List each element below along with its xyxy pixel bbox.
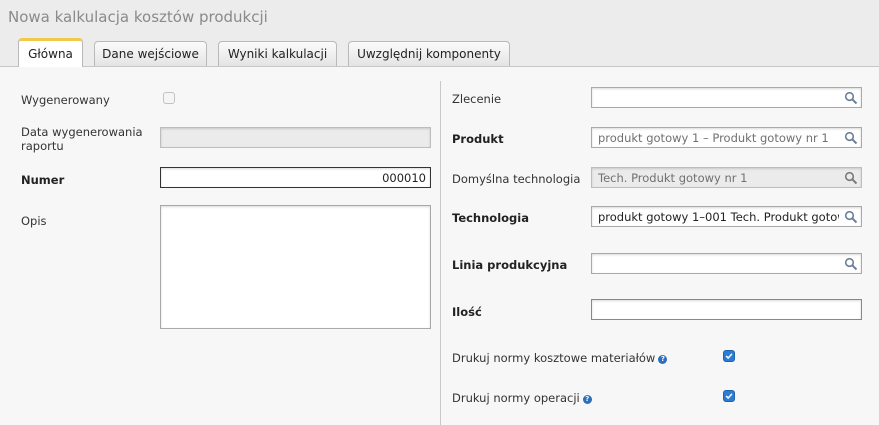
column-divider	[440, 81, 441, 425]
description-textarea[interactable]	[160, 205, 431, 329]
form-panel: Wygenerowany Data wygenerowania raportu …	[0, 66, 879, 425]
report-date-label: Data wygenerowania raportu	[21, 125, 143, 153]
report-date-field	[160, 127, 431, 148]
help-icon[interactable]: ?	[658, 355, 668, 364]
tab-label: Główna	[28, 47, 73, 61]
description-label: Opis	[21, 214, 47, 228]
search-icon[interactable]	[844, 257, 858, 271]
generated-label: Wygenerowany	[21, 93, 110, 107]
print-material-norms-checkbox[interactable]	[723, 350, 735, 362]
window-title: Nowa kalkulacja kosztów produkcji	[8, 8, 268, 26]
search-icon[interactable]	[844, 210, 858, 224]
default-technology-field: Tech. Produkt gotowy nr 1	[591, 167, 862, 188]
tab-dane-wejsciowe[interactable]: Dane wejściowe	[94, 41, 207, 66]
technology-value: produkt gotowy 1–001 Tech. Produkt gotow…	[598, 210, 839, 224]
print-operation-norms-text: Drukuj normy operacji	[452, 391, 580, 405]
print-operation-norms-checkbox[interactable]	[723, 390, 735, 402]
order-label: Zlecenie	[452, 92, 502, 106]
tab-label: Dane wejściowe	[102, 47, 199, 61]
product-lookup-field[interactable]: produkt gotowy 1 – Produkt gotowy nr 1	[591, 127, 862, 148]
quantity-field[interactable]	[591, 299, 862, 320]
generated-checkbox[interactable]	[163, 92, 175, 104]
report-date-label-line1: Data wygenerowania	[21, 125, 143, 139]
tab-glowna[interactable]: Główna	[18, 38, 83, 67]
checkmark-icon	[725, 393, 733, 400]
order-lookup-field[interactable]	[591, 87, 862, 108]
default-technology-label: Domyślna technologia	[452, 172, 581, 186]
product-label: Produkt	[452, 132, 504, 146]
tab-wyniki-kalkulacji[interactable]: Wyniki kalkulacji	[218, 41, 337, 66]
search-icon[interactable]	[844, 131, 858, 145]
tab-label: Uwzględnij komponenty	[357, 47, 501, 61]
technology-lookup-field[interactable]: produkt gotowy 1–001 Tech. Produkt gotow…	[591, 206, 862, 227]
print-material-norms-label: Drukuj normy kosztowe materiałów?	[452, 351, 668, 365]
tab-label: Wyniki kalkulacji	[227, 47, 328, 61]
production-line-label: Linia produkcyjna	[452, 258, 568, 272]
product-value: produkt gotowy 1 – Produkt gotowy nr 1	[598, 131, 829, 145]
help-icon[interactable]: ?	[582, 395, 592, 404]
search-icon[interactable]	[844, 91, 858, 105]
quantity-label: Ilość	[452, 305, 482, 319]
number-field[interactable]: 000010	[160, 167, 431, 188]
print-operation-norms-label: Drukuj normy operacji?	[452, 391, 592, 405]
number-value: 000010	[382, 171, 426, 185]
tab-uwzglednij-komponenty[interactable]: Uwzględnij komponenty	[348, 41, 510, 66]
production-line-lookup-field[interactable]	[591, 253, 862, 274]
technology-label: Technologia	[452, 211, 529, 225]
checkmark-icon	[725, 353, 733, 360]
report-date-label-line2: raportu	[21, 139, 64, 153]
number-label: Numer	[21, 173, 65, 187]
search-icon	[844, 171, 858, 185]
default-technology-value: Tech. Produkt gotowy nr 1	[598, 171, 748, 185]
print-material-norms-text: Drukuj normy kosztowe materiałów	[452, 351, 656, 365]
